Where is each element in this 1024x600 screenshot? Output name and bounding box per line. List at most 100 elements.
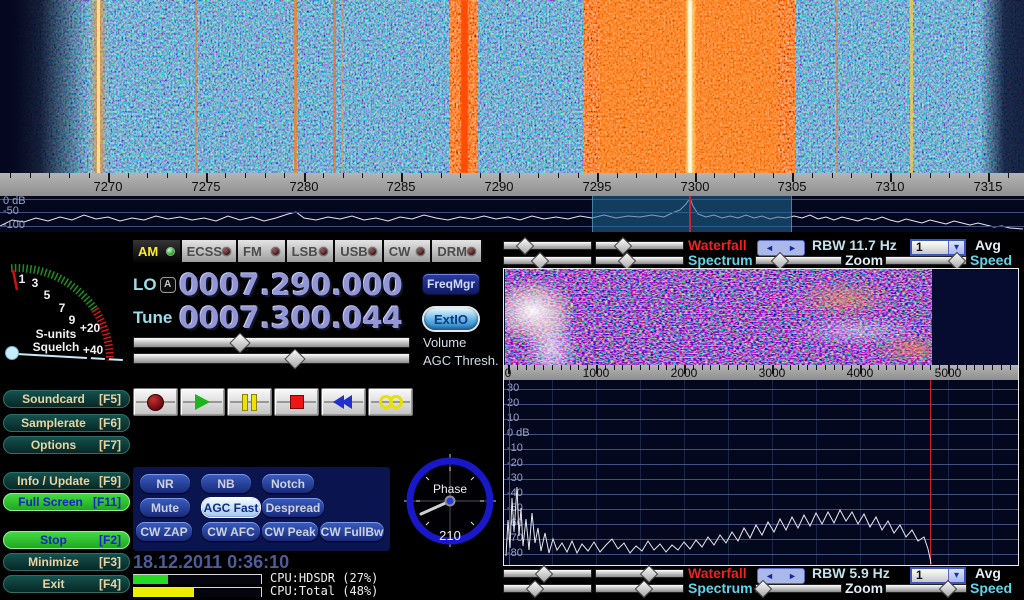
- dsp-button-mute[interactable]: Mute: [140, 498, 190, 517]
- squelch-knob[interactable]: [6, 347, 19, 360]
- dsp-button-nr[interactable]: NR: [140, 474, 190, 493]
- mode-button-usb[interactable]: USB: [335, 240, 384, 262]
- button-minimize[interactable]: Minimize[F3]: [3, 553, 130, 571]
- af-waterfall[interactable]: [504, 269, 1018, 365]
- waterfall-label-bottom[interactable]: Waterfall: [688, 566, 747, 581]
- af-spec-offset-slider[interactable]: [595, 584, 684, 593]
- af-wf-brightness-slider[interactable]: [595, 569, 684, 578]
- af-spectrum[interactable]: 3020100 dB-10-20-30-40-50-60-70-80: [504, 380, 1018, 565]
- passband-highlight[interactable]: [592, 196, 792, 232]
- button-stop[interactable]: Stop[F2]: [3, 531, 130, 549]
- dropdown-arrow-icon[interactable]: ▾: [948, 569, 964, 582]
- mode-button-fm[interactable]: FM: [238, 240, 287, 262]
- button-options[interactable]: Options[F7]: [3, 436, 130, 454]
- cpu-total-bar: [133, 587, 262, 597]
- record-button[interactable]: [133, 388, 178, 416]
- stop-button[interactable]: [274, 388, 319, 416]
- scale-tick: [538, 173, 539, 178]
- phase-dial[interactable]: Phase 210: [404, 452, 496, 548]
- slider-thumb[interactable]: [614, 236, 632, 254]
- agc-thresh-slider[interactable]: [133, 353, 410, 364]
- slider-thumb[interactable]: [635, 579, 653, 597]
- button-label: Info / Update: [12, 474, 95, 488]
- rewind-button[interactable]: [321, 388, 366, 416]
- freqmgr-button[interactable]: FreqMgr: [423, 274, 479, 294]
- avg-select-bottom[interactable]: 1 ▾: [910, 567, 966, 584]
- s-meter-caption: S-units: [36, 327, 77, 341]
- zoom-slider-bottom[interactable]: [755, 584, 842, 593]
- scale-tick: [1001, 365, 1002, 370]
- lo-frequency-display[interactable]: 0007.290.000: [179, 268, 403, 302]
- grid-line: [0, 226, 1024, 227]
- loop-button[interactable]: [368, 388, 413, 416]
- af-wf-contrast-slider[interactable]: [503, 569, 592, 578]
- lo-mode-badge[interactable]: A: [160, 277, 176, 293]
- mode-button-ecss[interactable]: ECSS: [182, 240, 238, 262]
- extio-button[interactable]: ExtIO: [424, 308, 478, 330]
- dsp-button-cw-peak[interactable]: CW Peak: [262, 522, 318, 541]
- rf-waterfall[interactable]: [0, 0, 1024, 173]
- button-exit[interactable]: Exit[F4]: [3, 575, 130, 593]
- scale-tick: [631, 365, 632, 370]
- scale-tick: [983, 365, 984, 370]
- speed-slider-bottom[interactable]: [885, 584, 967, 593]
- scale-tick: [552, 365, 553, 370]
- button-samplerate[interactable]: Samplerate[F6]: [3, 414, 130, 432]
- dsp-button-agc-fast[interactable]: AGC Fast: [202, 498, 260, 517]
- rf-overview-spectrum[interactable]: 0 dB-50-100: [0, 196, 1024, 232]
- play-button[interactable]: [180, 388, 225, 416]
- wf-contrast-slider[interactable]: [503, 241, 592, 250]
- mode-led-icon: [467, 247, 476, 256]
- scale-tick: [675, 173, 676, 178]
- spec-range-slider[interactable]: [503, 256, 592, 265]
- af-frequency-scale[interactable]: 010002000300040005000: [504, 365, 1018, 380]
- scale-tick: [284, 173, 285, 178]
- scale-tick: [790, 365, 791, 370]
- s-meter[interactable]: 13579+20+40 S-units Squelch: [2, 246, 126, 368]
- spectrum-label-bottom[interactable]: Spectrum: [688, 581, 753, 596]
- left-arrow-icon[interactable]: ◄: [765, 244, 774, 253]
- right-arrow-icon[interactable]: ►: [788, 572, 797, 581]
- scale-label: 7305: [778, 179, 807, 194]
- dsp-button-cw-fullbw[interactable]: CW FullBw: [320, 522, 384, 541]
- transport-bar: [133, 388, 413, 416]
- dsp-button-cw-zap[interactable]: CW ZAP: [136, 522, 192, 541]
- pause-button[interactable]: [227, 388, 272, 416]
- spectrum-label-top[interactable]: Spectrum: [688, 253, 753, 268]
- slider-thumb[interactable]: [618, 251, 636, 269]
- waterfall-signal: [341, 0, 343, 173]
- dsp-button-notch[interactable]: Notch: [262, 474, 314, 493]
- speed-slider-top[interactable]: [885, 256, 967, 265]
- slider-thumb[interactable]: [516, 236, 534, 254]
- dsp-button-cw-afc[interactable]: CW AFC: [202, 522, 260, 541]
- volume-slider[interactable]: [133, 337, 410, 348]
- mode-button-am[interactable]: AM: [133, 240, 182, 262]
- mode-button-lsb[interactable]: LSB: [287, 240, 336, 262]
- rf-frequency-scale[interactable]: 7270727572807285729072957300730573107315: [0, 173, 1024, 196]
- mode-button-cw[interactable]: CW: [384, 240, 433, 262]
- af-display-frame: 010002000300040005000 3020100 dB-10-20-3…: [503, 268, 1019, 566]
- tune-frequency-display[interactable]: 0007.300.044: [179, 301, 403, 335]
- lo-label: LOA: [133, 275, 179, 295]
- spec-offset-slider[interactable]: [595, 256, 684, 265]
- left-arrow-icon[interactable]: ◄: [765, 572, 774, 581]
- zoom-slider-top[interactable]: [755, 256, 842, 265]
- play-icon: [195, 394, 210, 410]
- af-spec-range-slider[interactable]: [503, 584, 592, 593]
- button-info-update[interactable]: Info / Update[F9]: [3, 472, 130, 490]
- right-arrow-icon[interactable]: ►: [788, 244, 797, 253]
- waterfall-label-top[interactable]: Waterfall: [688, 238, 747, 253]
- button-soundcard[interactable]: Soundcard[F5]: [3, 390, 130, 408]
- slider-thumb[interactable]: [526, 579, 544, 597]
- slider-thumb[interactable]: [535, 564, 553, 582]
- slider-thumb[interactable]: [531, 251, 549, 269]
- slider-thumb[interactable]: [285, 348, 306, 369]
- pause-icon: [242, 394, 257, 411]
- button-full-screen[interactable]: Full Screen[F11]: [3, 493, 130, 511]
- wf-brightness-slider[interactable]: [595, 241, 684, 250]
- mode-button-drm[interactable]: DRM: [432, 240, 483, 262]
- scale-tick: [871, 173, 872, 178]
- dsp-button-nb[interactable]: NB: [201, 474, 251, 493]
- slider-thumb[interactable]: [229, 332, 250, 353]
- dsp-button-despread[interactable]: Despread: [262, 498, 324, 517]
